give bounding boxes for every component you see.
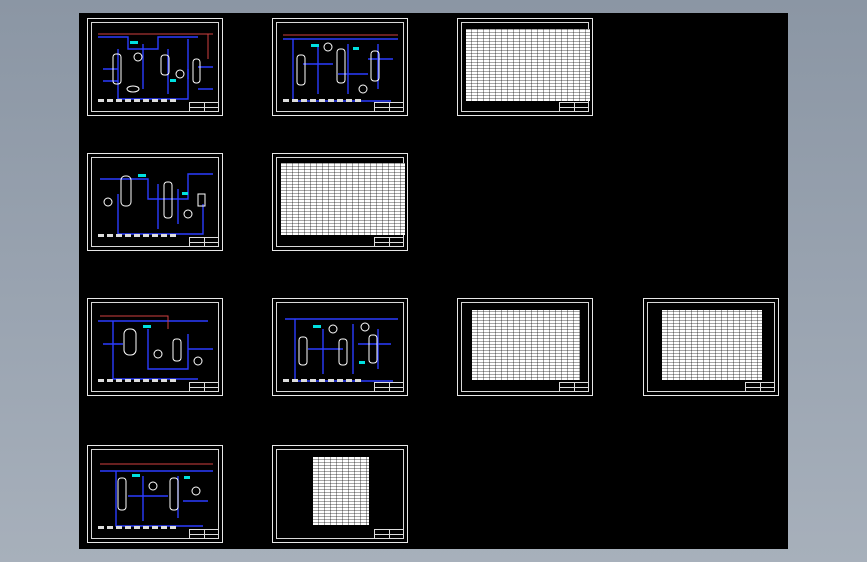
drawing-sheet-table-1[interactable] xyxy=(457,18,593,116)
data-table xyxy=(313,457,369,525)
sheet-caption xyxy=(283,99,363,102)
title-block xyxy=(559,382,589,392)
model-space-canvas[interactable] xyxy=(79,13,788,549)
sheet-caption xyxy=(98,234,178,237)
cad-viewer: { "viewer": { "background": "#000000", "… xyxy=(0,0,867,562)
data-table xyxy=(662,310,762,380)
title-block xyxy=(374,237,404,247)
drawing-sheet-pid-2[interactable] xyxy=(272,18,408,116)
drawing-sheet-table-2[interactable] xyxy=(272,153,408,251)
drawing-sheet-pid-4[interactable] xyxy=(87,298,223,396)
title-block xyxy=(189,382,219,392)
drawing-sheet-table-3[interactable] xyxy=(457,298,593,396)
drawing-sheet-table-5[interactable] xyxy=(272,445,408,543)
title-block xyxy=(374,102,404,112)
title-block xyxy=(745,382,775,392)
title-block xyxy=(189,237,219,247)
sheet-caption xyxy=(283,379,363,382)
drawing-sheet-pid-1[interactable] xyxy=(87,18,223,116)
sheet-caption xyxy=(98,99,178,102)
title-block xyxy=(189,529,219,539)
drawing-sheet-pid-3[interactable] xyxy=(87,153,223,251)
drawing-sheet-pid-6[interactable] xyxy=(87,445,223,543)
title-block xyxy=(559,102,589,112)
title-block xyxy=(189,102,219,112)
data-table xyxy=(466,29,590,101)
title-block xyxy=(374,382,404,392)
drawing-sheet-pid-5[interactable] xyxy=(272,298,408,396)
data-table xyxy=(281,163,405,235)
data-table xyxy=(472,310,580,380)
drawing-sheet-table-4[interactable] xyxy=(643,298,779,396)
sheet-caption xyxy=(98,379,178,382)
title-block xyxy=(374,529,404,539)
sheet-caption xyxy=(98,526,178,529)
